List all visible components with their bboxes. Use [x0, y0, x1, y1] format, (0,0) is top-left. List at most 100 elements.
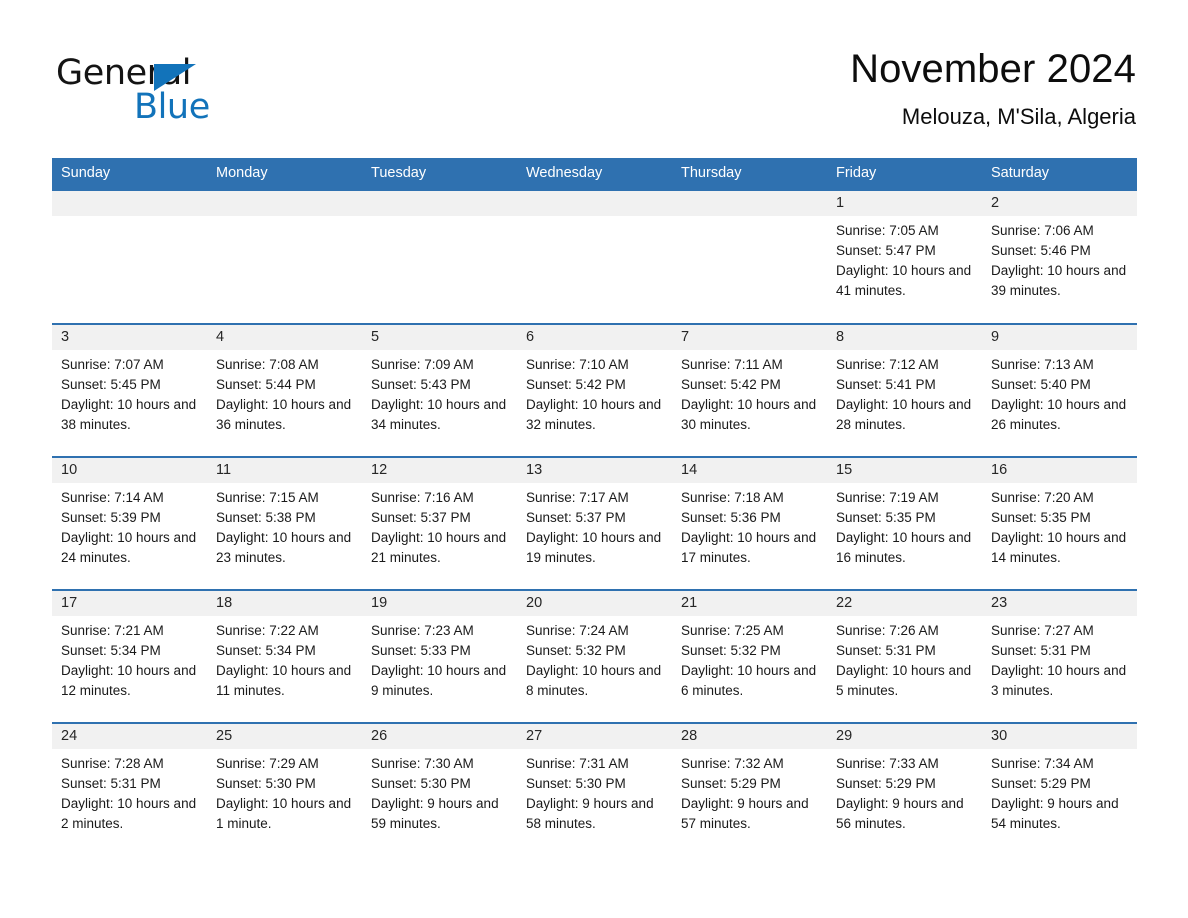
daylight-text: Daylight: 10 hours and 12 minutes. [61, 663, 197, 698]
sunrise-text: Sunrise: 7:24 AM [526, 623, 629, 638]
day-number [362, 191, 517, 216]
calendar-day: 17 Sunrise: 7:21 AM Sunset: 5:34 PM Dayligh… [52, 591, 207, 722]
calendar-day-cell[interactable]: 11 Sunrise: 7:15 AM Sunset: 5:38 PM Dayligh… [207, 456, 362, 590]
day-number: 21 [672, 591, 827, 616]
day-sun-info: Sunrise: 7:28 AM Sunset: 5:31 PM Daylight:… [52, 749, 207, 834]
calendar-day-cell[interactable]: 16 Sunrise: 7:20 AM Sunset: 5:35 PM Dayligh… [982, 456, 1137, 590]
calendar-day-cell[interactable]: 14 Sunrise: 7:18 AM Sunset: 5:36 PM Dayligh… [672, 456, 827, 590]
calendar-day-cell[interactable]: 10 Sunrise: 7:14 AM Sunset: 5:39 PM Dayligh… [52, 456, 207, 590]
sunrise-text: Sunrise: 7:05 AM [836, 223, 939, 238]
daylight-text: Daylight: 10 hours and 5 minutes. [836, 663, 972, 698]
sunrise-text: Sunrise: 7:28 AM [61, 756, 164, 771]
calendar-day-cell[interactable]: 21 Sunrise: 7:25 AM Sunset: 5:32 PM Dayligh… [672, 589, 827, 723]
calendar-day-cell[interactable]: 4 Sunrise: 7:08 AM Sunset: 5:44 PM Daylight… [207, 323, 362, 457]
calendar-day-cell[interactable] [207, 189, 362, 324]
day-number: 26 [362, 724, 517, 749]
calendar-day-cell[interactable]: 25 Sunrise: 7:29 AM Sunset: 5:30 PM Dayligh… [207, 722, 362, 856]
calendar-day-cell[interactable]: 13 Sunrise: 7:17 AM Sunset: 5:37 PM Dayligh… [517, 456, 672, 590]
generalblue-logo[interactable]: General Blue [56, 54, 276, 132]
calendar-day-cell[interactable] [672, 189, 827, 324]
daylight-text: Daylight: 10 hours and 8 minutes. [526, 663, 662, 698]
day-number: 10 [52, 458, 207, 483]
calendar-day: 1 Sunrise: 7:05 AM Sunset: 5:47 PM Daylight… [827, 191, 982, 323]
sunset-text: Sunset: 5:29 PM [681, 776, 781, 791]
sunset-text: Sunset: 5:33 PM [371, 643, 471, 658]
day-number: 24 [52, 724, 207, 749]
calendar-week-row: 10 Sunrise: 7:14 AM Sunset: 5:39 PM Dayligh… [52, 456, 1137, 590]
sunset-text: Sunset: 5:29 PM [836, 776, 936, 791]
day-sun-info: Sunrise: 7:27 AM Sunset: 5:31 PM Daylight:… [982, 616, 1137, 701]
calendar-day: 24 Sunrise: 7:28 AM Sunset: 5:31 PM Dayligh… [52, 724, 207, 856]
day-number [672, 191, 827, 216]
day-sun-info: Sunrise: 7:22 AM Sunset: 5:34 PM Daylight:… [207, 616, 362, 701]
daylight-text: Daylight: 10 hours and 39 minutes. [991, 263, 1127, 298]
day-sun-info: Sunrise: 7:16 AM Sunset: 5:37 PM Daylight:… [362, 483, 517, 568]
calendar-day-cell[interactable] [362, 189, 517, 324]
daylight-text: Daylight: 10 hours and 21 minutes. [371, 530, 507, 565]
day-number: 15 [827, 458, 982, 483]
calendar-day-cell[interactable]: 17 Sunrise: 7:21 AM Sunset: 5:34 PM Dayligh… [52, 589, 207, 723]
calendar-day-cell[interactable] [517, 189, 672, 324]
sunrise-text: Sunrise: 7:10 AM [526, 357, 629, 372]
calendar-day-cell[interactable]: 9 Sunrise: 7:13 AM Sunset: 5:40 PM Daylight… [982, 323, 1137, 457]
calendar-day-cell[interactable]: 26 Sunrise: 7:30 AM Sunset: 5:30 PM Dayligh… [362, 722, 517, 856]
sunset-text: Sunset: 5:30 PM [526, 776, 626, 791]
calendar-day: 25 Sunrise: 7:29 AM Sunset: 5:30 PM Dayligh… [207, 724, 362, 856]
calendar-day-cell[interactable]: 29 Sunrise: 7:33 AM Sunset: 5:29 PM Dayligh… [827, 722, 982, 856]
sunrise-text: Sunrise: 7:22 AM [216, 623, 319, 638]
calendar-day-cell[interactable]: 6 Sunrise: 7:10 AM Sunset: 5:42 PM Daylight… [517, 323, 672, 457]
calendar-day-cell[interactable]: 23 Sunrise: 7:27 AM Sunset: 5:31 PM Dayligh… [982, 589, 1137, 723]
calendar-day-cell[interactable]: 19 Sunrise: 7:23 AM Sunset: 5:33 PM Dayligh… [362, 589, 517, 723]
sunset-text: Sunset: 5:35 PM [991, 510, 1091, 525]
calendar-day-cell[interactable]: 3 Sunrise: 7:07 AM Sunset: 5:45 PM Daylight… [52, 323, 207, 457]
calendar-day-cell[interactable]: 28 Sunrise: 7:32 AM Sunset: 5:29 PM Dayligh… [672, 722, 827, 856]
calendar-day-cell[interactable]: 15 Sunrise: 7:19 AM Sunset: 5:35 PM Dayligh… [827, 456, 982, 590]
sunrise-text: Sunrise: 7:26 AM [836, 623, 939, 638]
calendar-day-cell[interactable]: 5 Sunrise: 7:09 AM Sunset: 5:43 PM Daylight… [362, 323, 517, 457]
calendar-day-cell[interactable]: 27 Sunrise: 7:31 AM Sunset: 5:30 PM Dayligh… [517, 722, 672, 856]
day-sun-info: Sunrise: 7:17 AM Sunset: 5:37 PM Daylight:… [517, 483, 672, 568]
day-number: 7 [672, 325, 827, 350]
calendar-day-cell[interactable]: 24 Sunrise: 7:28 AM Sunset: 5:31 PM Dayligh… [52, 722, 207, 856]
sunset-text: Sunset: 5:43 PM [371, 377, 471, 392]
calendar-day: 9 Sunrise: 7:13 AM Sunset: 5:40 PM Daylight… [982, 325, 1137, 456]
calendar-day: 27 Sunrise: 7:31 AM Sunset: 5:30 PM Dayligh… [517, 724, 672, 856]
sunrise-text: Sunrise: 7:17 AM [526, 490, 629, 505]
sunrise-text: Sunrise: 7:25 AM [681, 623, 784, 638]
weekday-header-wednesday: Wednesday [517, 158, 672, 190]
sunrise-text: Sunrise: 7:20 AM [991, 490, 1094, 505]
weekday-header-row: Sunday Monday Tuesday Wednesday Thursday… [52, 158, 1137, 190]
calendar-day: 10 Sunrise: 7:14 AM Sunset: 5:39 PM Dayligh… [52, 458, 207, 589]
daylight-text: Daylight: 10 hours and 30 minutes. [681, 397, 817, 432]
calendar-day-cell[interactable]: 18 Sunrise: 7:22 AM Sunset: 5:34 PM Dayligh… [207, 589, 362, 723]
sunset-text: Sunset: 5:37 PM [526, 510, 626, 525]
day-number: 29 [827, 724, 982, 749]
daylight-text: Daylight: 10 hours and 2 minutes. [61, 796, 197, 831]
daylight-text: Daylight: 10 hours and 32 minutes. [526, 397, 662, 432]
daylight-text: Daylight: 10 hours and 14 minutes. [991, 530, 1127, 565]
day-number: 22 [827, 591, 982, 616]
calendar-day-cell[interactable]: 12 Sunrise: 7:16 AM Sunset: 5:37 PM Dayligh… [362, 456, 517, 590]
calendar-day-cell[interactable]: 1 Sunrise: 7:05 AM Sunset: 5:47 PM Daylight… [827, 189, 982, 324]
daylight-text: Daylight: 10 hours and 28 minutes. [836, 397, 972, 432]
calendar-day-cell[interactable] [52, 189, 207, 324]
daylight-text: Daylight: 10 hours and 9 minutes. [371, 663, 507, 698]
calendar-day-cell[interactable]: 7 Sunrise: 7:11 AM Sunset: 5:42 PM Daylight… [672, 323, 827, 457]
calendar-day-empty [207, 191, 362, 323]
calendar-day-cell[interactable]: 20 Sunrise: 7:24 AM Sunset: 5:32 PM Dayligh… [517, 589, 672, 723]
calendar-day-cell[interactable]: 8 Sunrise: 7:12 AM Sunset: 5:41 PM Daylight… [827, 323, 982, 457]
calendar-day-cell[interactable]: 30 Sunrise: 7:34 AM Sunset: 5:29 PM Dayligh… [982, 722, 1137, 856]
calendar-day-cell[interactable]: 22 Sunrise: 7:26 AM Sunset: 5:31 PM Dayligh… [827, 589, 982, 723]
sunset-text: Sunset: 5:31 PM [61, 776, 161, 791]
logo-word-blue: Blue [134, 87, 210, 127]
sunset-text: Sunset: 5:31 PM [991, 643, 1091, 658]
day-number: 20 [517, 591, 672, 616]
day-sun-info: Sunrise: 7:10 AM Sunset: 5:42 PM Daylight:… [517, 350, 672, 435]
day-number: 6 [517, 325, 672, 350]
sunset-text: Sunset: 5:42 PM [526, 377, 626, 392]
day-number: 19 [362, 591, 517, 616]
day-sun-info: Sunrise: 7:05 AM Sunset: 5:47 PM Daylight:… [827, 216, 982, 301]
calendar-week-row: 24 Sunrise: 7:28 AM Sunset: 5:31 PM Dayligh… [52, 722, 1137, 856]
calendar-day: 30 Sunrise: 7:34 AM Sunset: 5:29 PM Dayligh… [982, 724, 1137, 856]
calendar-day-cell[interactable]: 2 Sunrise: 7:06 AM Sunset: 5:46 PM Daylight… [982, 189, 1137, 324]
